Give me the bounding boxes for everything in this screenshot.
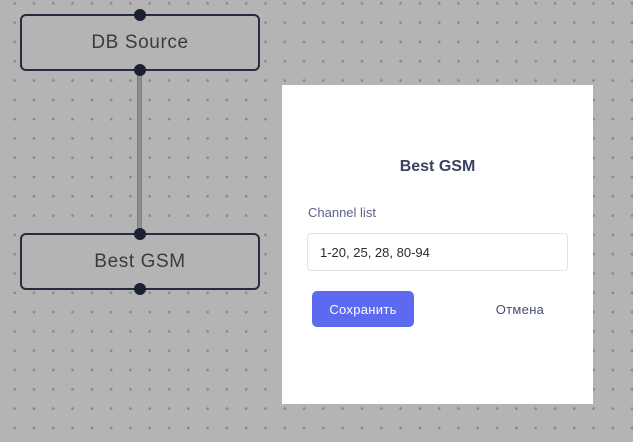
save-button[interactable]: Сохранить [312,291,414,327]
dialog-title: Best GSM [282,158,593,176]
node-settings-dialog: Best GSM Channel list Сохранить Отмена [282,85,593,404]
flow-canvas[interactable]: DB Source Best GSM Best GSM Channel list… [0,0,633,442]
cancel-button[interactable]: Отмена [470,291,570,327]
node-label: DB Source [91,32,188,54]
connection-handle-bottom[interactable] [134,283,146,295]
edge-db-source-to-best-gsm[interactable] [137,71,142,233]
channel-list-label: Channel list [308,205,376,220]
node-label: Best GSM [94,251,185,273]
connection-handle-top[interactable] [134,228,146,240]
channel-list-input[interactable] [307,233,568,271]
connection-handle-top[interactable] [134,9,146,21]
node-db-source[interactable]: DB Source [20,14,260,71]
connection-handle-bottom[interactable] [134,64,146,76]
node-best-gsm[interactable]: Best GSM [20,233,260,290]
